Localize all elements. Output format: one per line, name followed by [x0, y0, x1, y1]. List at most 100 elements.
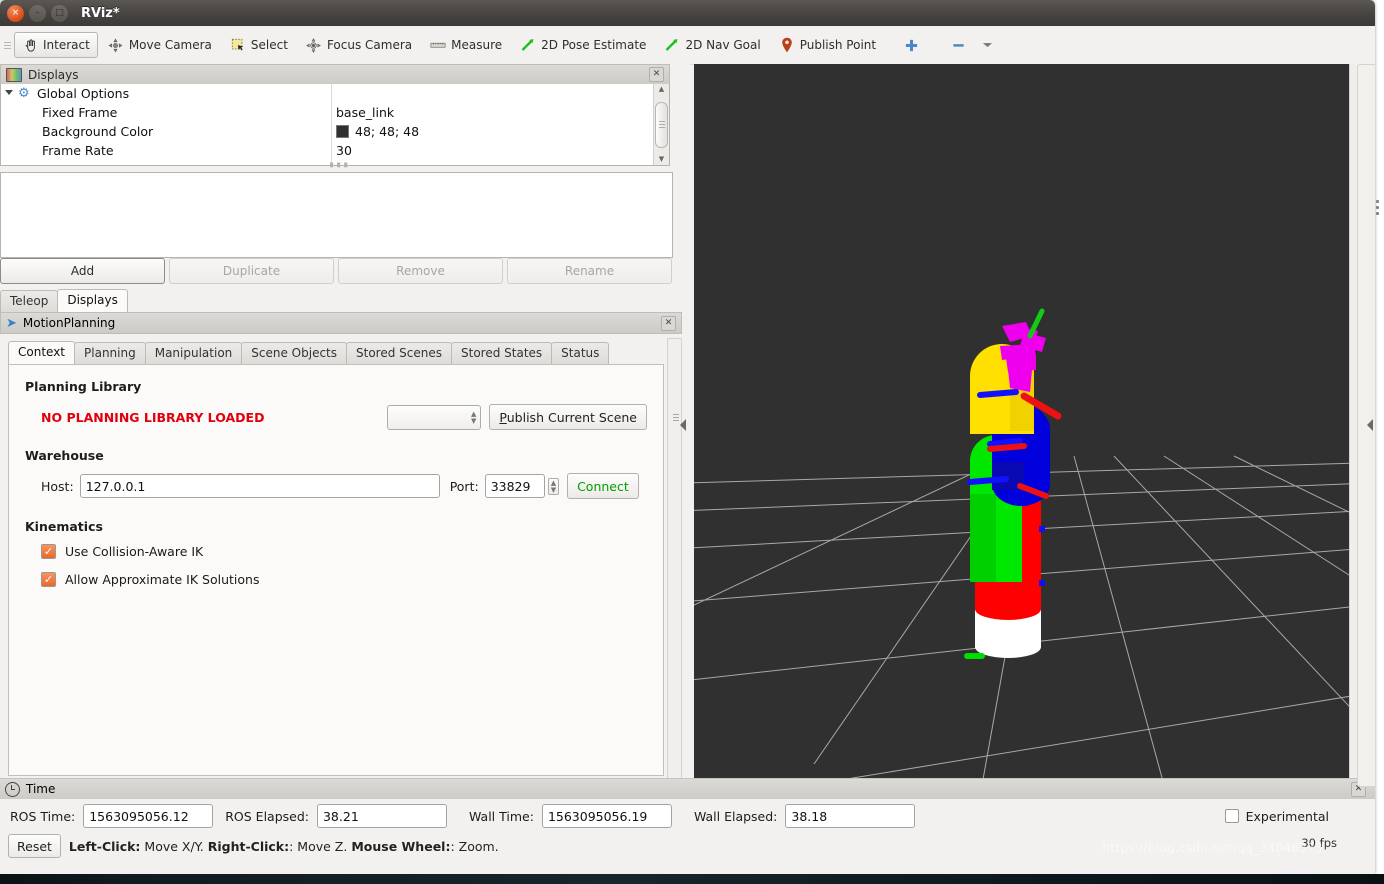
experimental-checkbox[interactable] — [1224, 809, 1239, 823]
tool-label: Focus Camera — [326, 38, 413, 52]
toolbar-overflow-button[interactable] — [971, 32, 1003, 58]
port-stepper[interactable]: ▲ ▼ — [547, 477, 560, 495]
connect-button[interactable]: Connect — [567, 473, 639, 499]
add-button[interactable]: Add — [0, 258, 165, 284]
map-pin-icon — [779, 37, 795, 53]
minus-icon — [950, 37, 966, 53]
collapse-right-panel-button[interactable] — [1365, 418, 1375, 432]
window-close-button[interactable]: × — [7, 4, 24, 22]
tab-status[interactable]: Status — [551, 342, 610, 364]
scroll-down-icon[interactable]: ▼ — [659, 154, 664, 165]
host-input[interactable]: 127.0.0.1 — [79, 474, 440, 498]
toolbar-grip[interactable] — [4, 35, 11, 55]
experimental-row[interactable]: Experimental — [1224, 809, 1329, 824]
table-row[interactable]: Background Color — [1, 122, 331, 141]
scrollbar-thumb[interactable] — [655, 101, 668, 148]
ros-elapsed-input[interactable]: 38.21 — [316, 804, 447, 828]
tool-move-camera[interactable]: Move Camera — [100, 32, 220, 58]
panel-splitter-handle[interactable]: ▘▘▘ — [330, 163, 351, 172]
tab-scene-objects[interactable]: Scene Objects — [241, 342, 347, 364]
publish-button-label: ublish Current Scene — [506, 409, 637, 425]
remove-tool-button[interactable] — [942, 32, 974, 58]
tree-item-label: Background Color — [42, 124, 154, 139]
use-collision-aware-ik-row[interactable]: ✓ Use Collision-Aware IK — [41, 544, 647, 559]
port-input-value: 33829 — [490, 478, 531, 494]
allow-approximate-ik-label: Allow Approximate IK Solutions — [65, 572, 260, 587]
ruler-icon — [430, 37, 446, 53]
tool-2d-pose-estimate[interactable]: 2D Pose Estimate — [512, 32, 654, 58]
allow-approximate-ik-checkbox[interactable]: ✓ — [41, 572, 56, 587]
use-collision-aware-ik-checkbox[interactable]: ✓ — [41, 544, 56, 559]
reset-button[interactable]: Reset — [8, 834, 61, 858]
hint-left-click: Left-Click: — [68, 838, 141, 854]
remove-button[interactable]: Remove — [338, 258, 503, 284]
tool-label: 2D Nav Goal — [685, 38, 761, 52]
motion-planning-scrollbar[interactable] — [667, 338, 682, 788]
tab-stored-states[interactable]: Stored States — [451, 342, 553, 364]
spinner-arrows-icon[interactable]: ▲ ▼ — [471, 410, 476, 424]
motion-planning-icon: ➤ — [6, 315, 17, 331]
displays-tree-scrollbar[interactable]: ▲ ▼ — [653, 84, 669, 165]
window-maximize-button[interactable]: □ — [51, 4, 68, 22]
tree-value-label: 30 — [336, 143, 352, 158]
wall-elapsed-input[interactable]: 38.18 — [785, 804, 916, 828]
window-minimize-button[interactable]: – — [29, 4, 46, 22]
ros-elapsed-label: ROS Elapsed: — [225, 808, 309, 824]
time-panel: Time ✕ ROS Time: 1563095056.12 ROS Elaps… — [0, 778, 1375, 864]
tool-select[interactable]: Select — [222, 32, 296, 58]
hint-text: : Zoom. — [450, 838, 499, 854]
plus-icon — [903, 37, 919, 53]
expand-triangle-icon[interactable] — [5, 90, 13, 99]
tab-teleop[interactable]: Teleop — [0, 290, 59, 312]
publish-current-scene-button[interactable]: Publish Current Scene — [489, 404, 647, 430]
background-scroll-dots — [1376, 200, 1380, 230]
tool-label: Publish Point — [799, 38, 877, 52]
tool-focus-camera[interactable]: Focus Camera — [298, 32, 420, 58]
viewport-canvas[interactable] — [694, 64, 1364, 785]
tree-value-fixed-frame[interactable]: base_link — [332, 103, 669, 122]
scroll-up-icon[interactable]: ▲ — [659, 84, 664, 95]
tree-row-global-options[interactable]: ⚙ Global Options — [1, 84, 331, 103]
tool-measure[interactable]: Measure — [422, 32, 510, 58]
motion-planning-title: MotionPlanning — [22, 316, 116, 330]
desktop-taskbar[interactable] — [0, 874, 1384, 884]
planner-select[interactable]: ▲ ▼ — [387, 404, 482, 430]
ros-time-input[interactable]: 1563095056.12 — [83, 804, 214, 828]
collapse-left-panel-button[interactable] — [678, 418, 688, 432]
tab-planning[interactable]: Planning — [74, 342, 146, 364]
displays-empty-area[interactable] — [0, 172, 673, 258]
tab-manipulation[interactable]: Manipulation — [144, 342, 243, 364]
tool-interact[interactable]: Interact — [14, 32, 98, 58]
tab-context[interactable]: Context — [8, 341, 76, 364]
gear-icon: ⚙ — [18, 86, 30, 101]
tree-value-frame-rate[interactable]: 30 — [332, 141, 669, 160]
wall-time-input[interactable]: 1563095056.19 — [541, 804, 672, 828]
displays-tree[interactable]: ⚙ Global Options Fixed Frame Background … — [0, 84, 670, 166]
close-icon: × — [11, 7, 20, 18]
tree-value-background-color[interactable]: 48; 48; 48 — [332, 122, 669, 141]
screen-root: ↘ r m g 当 au 如 /≡ r. ≡ × – □ RViz* — [0, 0, 1384, 884]
displays-panel-close-button[interactable]: ✕ — [649, 67, 664, 82]
table-row[interactable]: Frame Rate — [1, 141, 331, 160]
rename-button[interactable]: Rename — [507, 258, 672, 284]
tool-label: Move Camera — [128, 38, 212, 52]
add-tool-button[interactable] — [895, 32, 927, 58]
allow-approximate-ik-row[interactable]: ✓ Allow Approximate IK Solutions — [41, 572, 647, 587]
tree-item-label: Frame Rate — [42, 143, 114, 158]
tool-publish-point[interactable]: Publish Point — [771, 32, 884, 58]
3d-viewport[interactable] — [694, 64, 1364, 785]
ros-time-label: ROS Time: — [10, 808, 76, 824]
status-hint: Left-Click: Move X/Y. Right-Click:: Move… — [69, 839, 499, 854]
table-row[interactable]: Fixed Frame — [1, 103, 331, 122]
motion-planning-close-button[interactable]: ✕ — [661, 315, 676, 331]
duplicate-button[interactable]: Duplicate — [169, 258, 334, 284]
window-titlebar: × – □ RViz* — [0, 0, 1375, 26]
tab-stored-scenes[interactable]: Stored Scenes — [346, 342, 452, 364]
left-dock-tabs: Teleop Displays — [0, 288, 128, 312]
port-input[interactable]: 33829 — [484, 474, 545, 498]
tab-displays[interactable]: Displays — [57, 289, 128, 312]
tool-label: Select — [250, 38, 288, 52]
motion-planning-tabs: Context Planning Manipulation Scene Obje… — [0, 340, 682, 364]
use-collision-aware-ik-label: Use Collision-Aware IK — [65, 544, 204, 559]
tool-2d-nav-goal[interactable]: 2D Nav Goal — [656, 32, 768, 58]
